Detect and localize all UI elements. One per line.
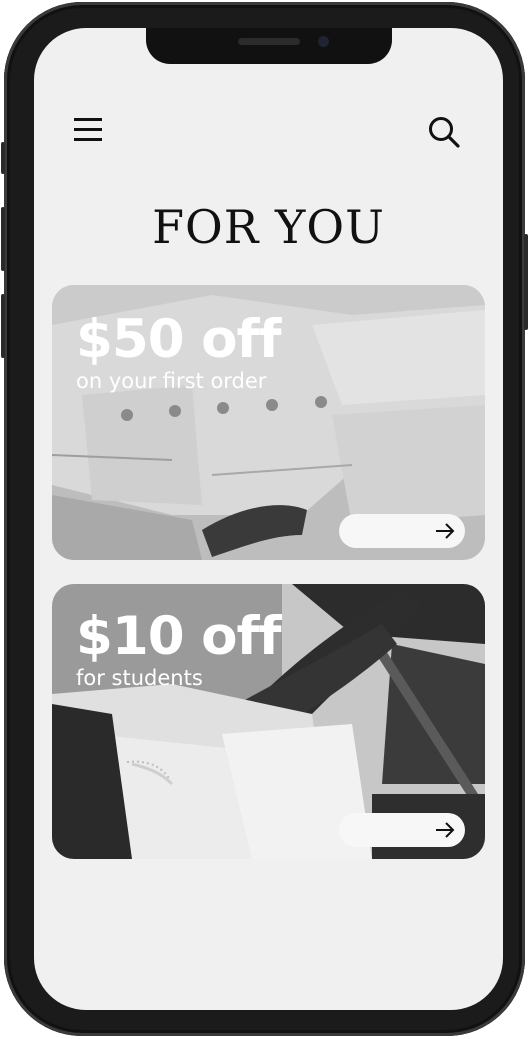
arrow-right-icon: [436, 822, 455, 838]
promo-subtitle: on your first order: [76, 369, 267, 393]
volume-up-button: [1, 207, 5, 271]
hamburger-menu-icon[interactable]: [74, 118, 102, 142]
promo-amount: $50 off: [76, 309, 282, 370]
promo-amount: $10 off: [76, 606, 282, 667]
promo-go-button[interactable]: [339, 813, 465, 847]
promo-card-first-order[interactable]: $50 off on your first order: [52, 285, 485, 560]
page-title: FOR YOU: [152, 200, 385, 254]
promo-go-button[interactable]: [339, 514, 465, 548]
speaker-grille: [238, 38, 300, 45]
notch: [146, 28, 392, 64]
phone-frame: FOR YOU $50 off on your first order $10 …: [1, 2, 528, 1036]
front-camera: [318, 36, 329, 47]
volume-down-button: [1, 294, 5, 358]
app-screen: FOR YOU $50 off on your first order $10 …: [34, 28, 503, 1010]
silent-switch: [1, 142, 5, 174]
arrow-right-icon: [436, 523, 455, 539]
promo-card-students[interactable]: $10 off for students: [52, 584, 485, 859]
promo-subtitle: for students: [76, 666, 203, 690]
search-icon[interactable]: [426, 114, 462, 150]
power-button: [524, 234, 528, 330]
